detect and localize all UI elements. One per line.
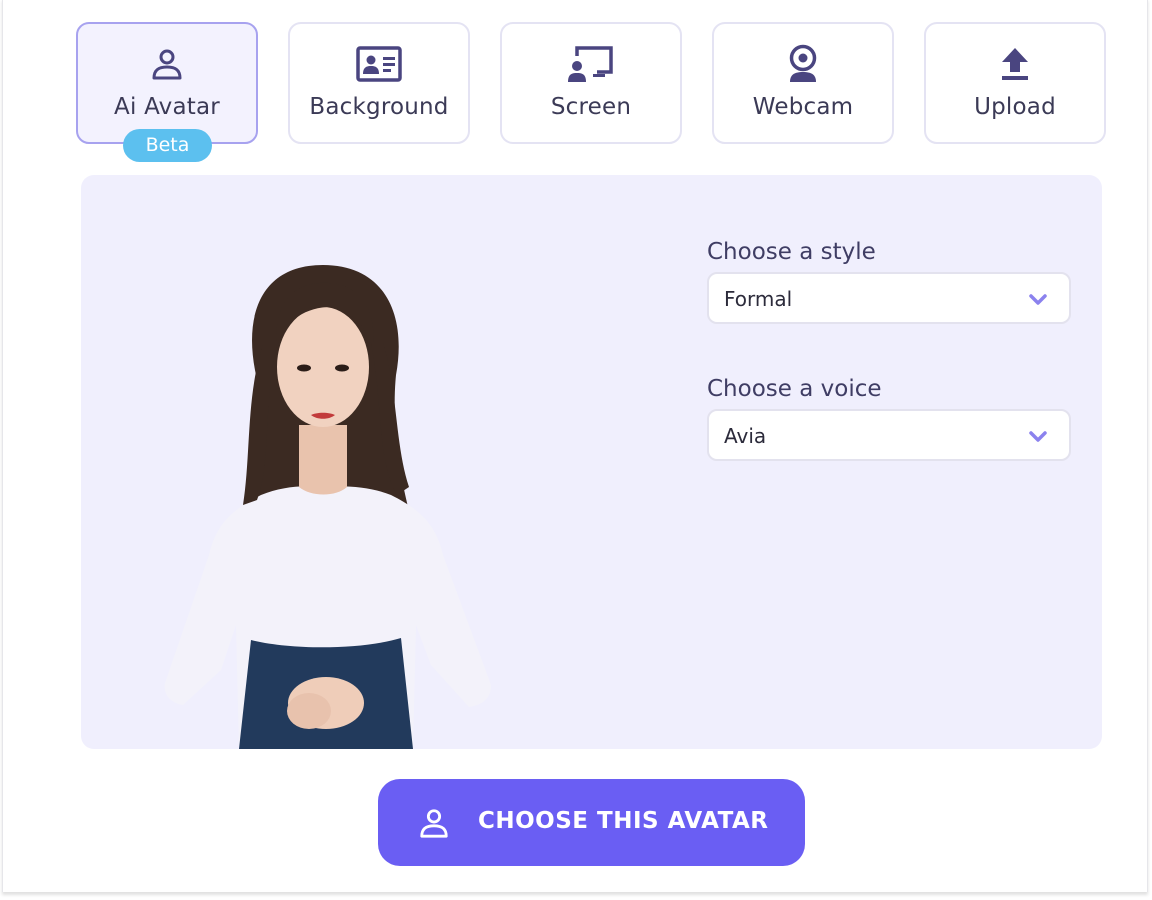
tab-screen-label: Screen — [550, 94, 632, 120]
tab-background[interactable]: Background — [288, 22, 470, 144]
beta-badge: Beta — [123, 129, 212, 162]
avatar-image — [151, 225, 501, 749]
user-icon — [78, 44, 256, 84]
tab-background-label: Background — [309, 94, 449, 120]
tab-webcam[interactable]: Webcam — [712, 22, 894, 144]
choose-avatar-button[interactable]: CHOOSE THIS AVATAR — [378, 779, 805, 866]
style-select-value: Formal — [724, 287, 793, 311]
id-card-icon — [290, 44, 468, 84]
webcam-icon — [714, 44, 892, 84]
avatar-preview-panel: Choose a style Formal Choose a voice Avi… — [81, 175, 1102, 749]
choose-avatar-label: CHOOSE THIS AVATAR — [478, 808, 769, 834]
style-select[interactable]: Formal — [707, 272, 1071, 324]
tab-ai-avatar[interactable]: Ai Avatar — [76, 22, 258, 144]
tab-upload-label: Upload — [974, 94, 1056, 120]
tab-upload[interactable]: Upload — [924, 22, 1106, 144]
presenter-screen-icon — [502, 44, 680, 84]
user-icon — [418, 807, 450, 843]
tab-webcam-label: Webcam — [752, 94, 854, 120]
style-label: Choose a style — [707, 239, 876, 265]
voice-select[interactable]: Avia — [707, 409, 1071, 461]
voice-select-value: Avia — [724, 424, 767, 448]
chevron-down-icon — [1029, 429, 1047, 443]
tab-ai-avatar-label: Ai Avatar — [114, 94, 220, 120]
tab-screen[interactable]: Screen — [500, 22, 682, 144]
upload-icon — [926, 44, 1104, 84]
voice-label: Choose a voice — [707, 376, 882, 402]
chevron-down-icon — [1029, 292, 1047, 306]
